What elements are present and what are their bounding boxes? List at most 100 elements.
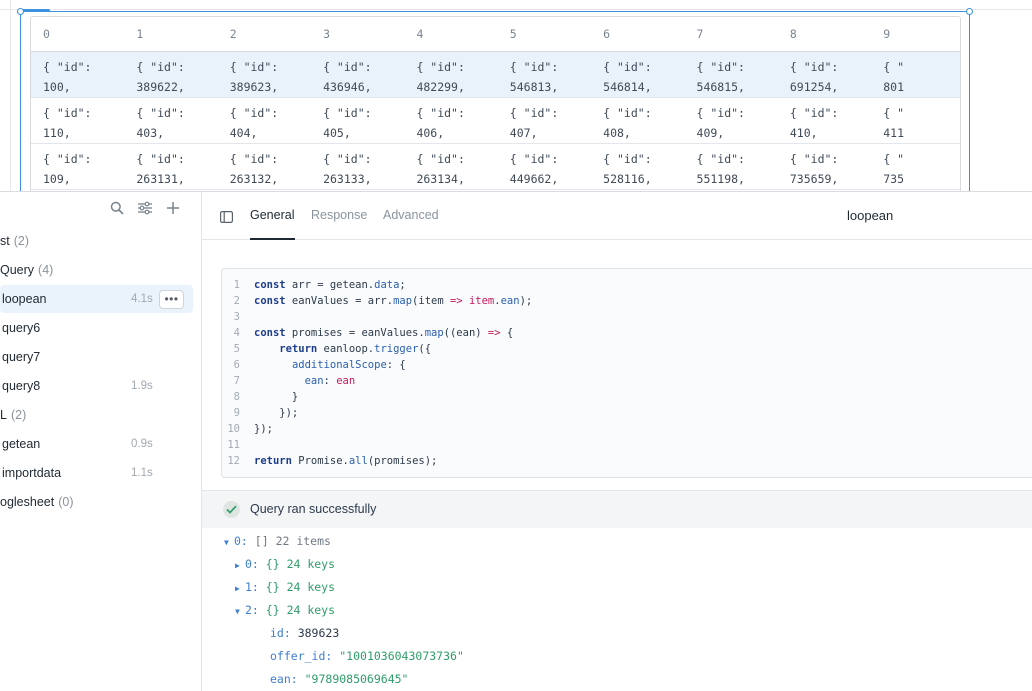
table-cell[interactable]: { " 411	[871, 97, 960, 144]
code-text: const eanValues = arr.map(item => item.e…	[254, 295, 533, 307]
table-cell[interactable]: { "id": 389623,	[217, 51, 312, 98]
table-cell[interactable]: { "id": 405,	[311, 97, 405, 144]
code-line[interactable]: 7 ean: ean	[222, 373, 356, 389]
tab-general[interactable]: General	[250, 208, 294, 222]
column-header[interactable]: 4	[404, 17, 498, 52]
query-name-title[interactable]: loopean	[847, 208, 893, 223]
table-cell[interactable]: { "id": 551198,	[684, 143, 778, 190]
table-cell[interactable]: { "id": 404,	[217, 97, 312, 144]
filter-icon[interactable]	[136, 199, 154, 217]
code-line[interactable]: 10});	[222, 421, 273, 437]
table-cell[interactable]: { "id": 528116,	[591, 143, 685, 190]
table-cell[interactable]: { "id": 110,	[31, 97, 125, 144]
column-header[interactable]: 1	[124, 17, 218, 52]
table-cell[interactable]: { "id": 406,	[404, 97, 498, 144]
plus-icon[interactable]	[164, 199, 182, 217]
code-line[interactable]: 2 const eanValues = arr.map(item => item.…	[222, 293, 533, 309]
table-cell[interactable]: { "id": 436946,	[311, 51, 405, 98]
table-cell[interactable]: { " 735	[871, 143, 960, 190]
table-cell[interactable]: { "id": 100,	[31, 51, 125, 98]
table-cell[interactable]: { "id": 389622,	[124, 51, 218, 98]
table-cell[interactable]: { "id": 546813,	[497, 51, 592, 98]
table-cell[interactable]: { "id": 263131,	[124, 143, 218, 190]
tree-node[interactable]: ▶ 0: {} 24 keys	[235, 555, 335, 573]
tree-node[interactable]: ▼ 2: {} 24 keys	[235, 601, 335, 619]
cell-text: 546814,	[603, 79, 652, 94]
table-cell[interactable]: { "id": 109,	[31, 143, 125, 190]
table-cell[interactable]: { "id": 263134,	[404, 143, 498, 190]
tree-node[interactable]: ▼ 0: [] 22 items	[224, 532, 331, 550]
cell-text: 408,	[603, 125, 631, 140]
column-header[interactable]: 2	[217, 17, 312, 52]
code-line[interactable]: 4 const promises = eanValues.map((ean) =>…	[222, 325, 514, 341]
table-cell[interactable]: { " 801	[871, 51, 960, 98]
column-header[interactable]: 5	[497, 17, 592, 52]
sidebar-item-label: query8	[2, 379, 41, 393]
column-header[interactable]: 8	[777, 17, 872, 52]
resize-handle[interactable]	[966, 8, 973, 15]
tree-node[interactable]: ean: "9789085069645"	[270, 670, 408, 688]
code-line[interactable]: 8 }	[222, 389, 299, 405]
table-row[interactable]: { "id": 100,{ "id": 389622,{ "id": 389623,{…	[31, 51, 960, 98]
sidebar-item-st[interactable]: st (2)	[0, 227, 193, 255]
sidebar-item-query6[interactable]: query6	[0, 314, 193, 342]
sidebar-item-importdata[interactable]: importdata 1.1s	[0, 459, 193, 487]
sidebar-item-getean[interactable]: getean 0.9s	[0, 430, 193, 458]
code-line[interactable]: 6 additionalScope: {	[222, 357, 406, 373]
table-cell[interactable]: { "id": 735659,	[777, 143, 872, 190]
sidebar-item-count: (2)	[13, 234, 30, 248]
tree-type: {}	[265, 557, 287, 571]
search-icon[interactable]	[108, 199, 126, 217]
sidebar-toggle-icon[interactable]	[220, 210, 234, 224]
line-number: 2	[233, 295, 240, 307]
data-table[interactable]: 0123456789 { "id": 100,{ "id": 389622,{ "i…	[30, 16, 961, 192]
tree-node[interactable]: id: 389623	[270, 624, 339, 642]
column-header[interactable]: 6	[591, 17, 685, 52]
column-header[interactable]: 3	[311, 17, 405, 52]
table-cell[interactable]: { "id": 546814,	[591, 51, 685, 98]
cell-text: 551198,	[696, 171, 745, 186]
code-line[interactable]: 11	[222, 437, 254, 453]
code-line[interactable]: 1 const arr = getean.data;	[222, 277, 406, 293]
code-line[interactable]: 5 return eanloop.trigger({	[222, 341, 431, 357]
table-cell[interactable]: { "id": 403,	[124, 97, 218, 144]
table-cell[interactable]: { "id": 691254,	[777, 51, 872, 98]
sidebar-item-loopean[interactable]: loopean 4.1s •••	[0, 285, 193, 313]
table-cell[interactable]: { "id": 407,	[497, 97, 592, 144]
caret-right-icon[interactable]: ▶	[235, 580, 245, 598]
code-line[interactable]: 12 return Promise.all(promises);	[222, 453, 437, 469]
table-cell[interactable]: { "id": 263133,	[311, 143, 405, 190]
sidebar-item-l[interactable]: L (2)	[0, 401, 193, 429]
cell-text: { "id":	[136, 59, 185, 74]
caret-down-icon[interactable]: ▼	[235, 603, 245, 621]
sidebar-item-query8[interactable]: query8 1.9s	[0, 372, 193, 400]
sidebar-item-query[interactable]: Query (4)	[0, 256, 193, 284]
tree-node[interactable]: offer_id: "1001036043073736"	[270, 647, 464, 665]
code-editor[interactable]: 1 const arr = getean.data; 2 const eanValue…	[221, 268, 1032, 478]
table-cell[interactable]: { "id": 408,	[591, 97, 685, 144]
table-cell[interactable]: { "id": 546815,	[684, 51, 778, 98]
tab-advanced[interactable]: Advanced	[383, 208, 439, 222]
caret-down-icon[interactable]: ▼	[224, 534, 234, 552]
table-row[interactable]: { "id": 110,{ "id": 403,{ "id": 404,{ "id":…	[31, 97, 960, 144]
table-row[interactable]: { "id": 109,{ "id": 263131,{ "id": 263132,{…	[31, 143, 960, 190]
table-cell[interactable]: { "id": 263132,	[217, 143, 312, 190]
caret-right-icon[interactable]: ▶	[235, 557, 245, 575]
column-header[interactable]: 7	[684, 17, 778, 52]
tab-response[interactable]: Response	[311, 208, 367, 222]
resize-handle[interactable]	[17, 8, 24, 15]
code-text: const promises = eanValues.map((ean) => …	[254, 327, 514, 339]
sidebar-item-oglesheet[interactable]: oglesheet (0)	[0, 488, 193, 516]
column-header[interactable]: 9	[871, 17, 960, 52]
code-line[interactable]: 9 });	[222, 405, 299, 421]
column-header[interactable]: 0	[31, 17, 125, 52]
table-cell[interactable]: { "id": 409,	[684, 97, 778, 144]
more-options-button[interactable]: •••	[159, 289, 184, 309]
table-cell[interactable]: { "id": 482299,	[404, 51, 498, 98]
tree-node[interactable]: ▶ 1: {} 24 keys	[235, 578, 335, 596]
code-line[interactable]: 3	[222, 309, 254, 325]
table-cell[interactable]: { "id": 449662,	[497, 143, 592, 190]
sidebar-item-query7[interactable]: query7	[0, 343, 193, 371]
table-cell[interactable]: { "id": 410,	[777, 97, 872, 144]
cell-text: { "id":	[229, 105, 279, 120]
